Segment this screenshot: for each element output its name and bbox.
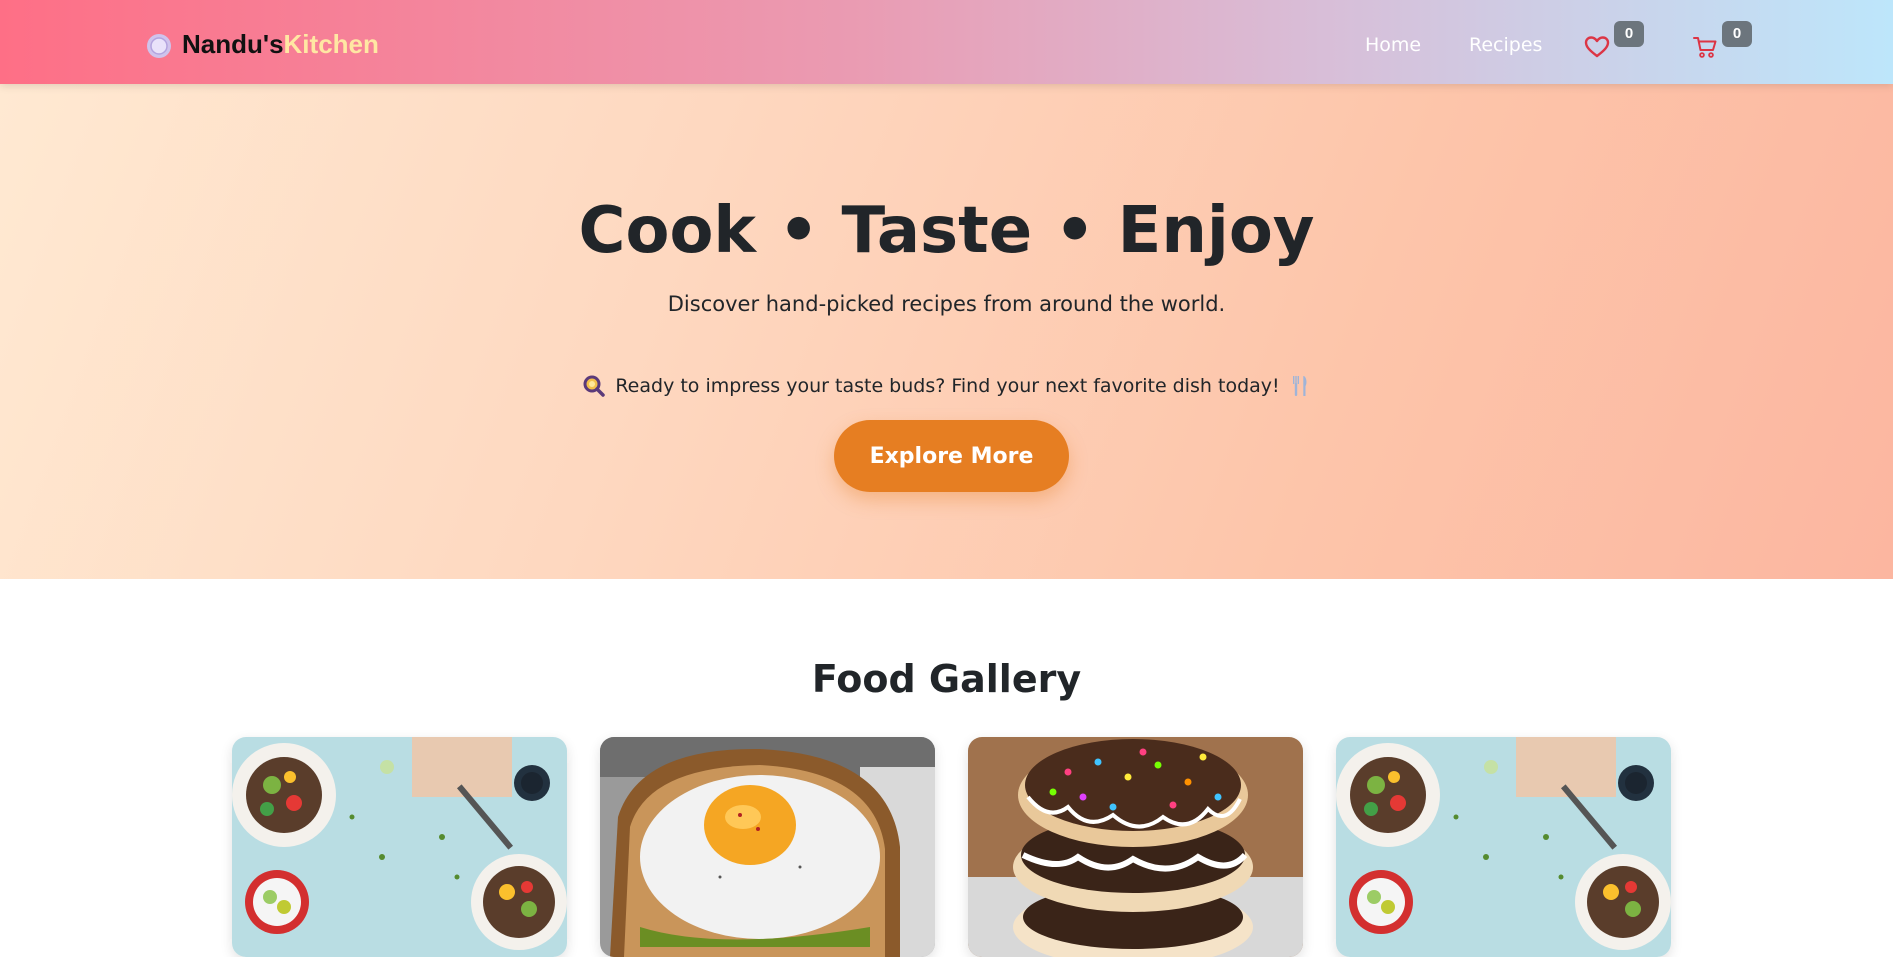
heart-icon[interactable] bbox=[1584, 34, 1610, 60]
brand-logo[interactable]: Nandu's Kitchen bbox=[146, 25, 379, 63]
hero-title: Cook • Taste • Enjoy bbox=[578, 194, 1315, 268]
brand-name-main: Nandu's bbox=[182, 29, 284, 59]
gallery-image-salad-repeat[interactable] bbox=[1336, 737, 1671, 957]
cart-count-badge: 0 bbox=[1722, 21, 1752, 47]
navbar: Nandu's Kitchen Home Recipes 0 0 bbox=[0, 0, 1893, 84]
brand-name-accent: Kitchen bbox=[283, 29, 379, 59]
cart-icon[interactable] bbox=[1692, 34, 1718, 60]
explore-more-button[interactable]: Explore More bbox=[834, 420, 1069, 492]
nav-link-recipes[interactable]: Recipes bbox=[1469, 34, 1542, 56]
hero-cta-line: Ready to impress your taste buds? Find y… bbox=[0, 371, 1893, 401]
hero-section: Cook • Taste • Enjoy Discover hand-picke… bbox=[0, 84, 1893, 579]
magnifier-icon bbox=[583, 375, 606, 397]
nav-link-home[interactable]: Home bbox=[1365, 34, 1421, 56]
fork-knife-icon bbox=[1290, 374, 1310, 398]
hero-cta-text: Ready to impress your taste buds? Find y… bbox=[615, 375, 1280, 397]
gallery-image-salad[interactable] bbox=[232, 737, 567, 957]
plate-icon bbox=[146, 31, 172, 58]
gallery-title: Food Gallery bbox=[811, 657, 1082, 701]
favorites-count-badge: 0 bbox=[1614, 21, 1644, 47]
hero-subtitle: Discover hand-picked recipes from around… bbox=[667, 292, 1226, 316]
gallery-image-donuts[interactable] bbox=[968, 737, 1303, 957]
gallery-image-egg-toast[interactable] bbox=[600, 737, 935, 957]
